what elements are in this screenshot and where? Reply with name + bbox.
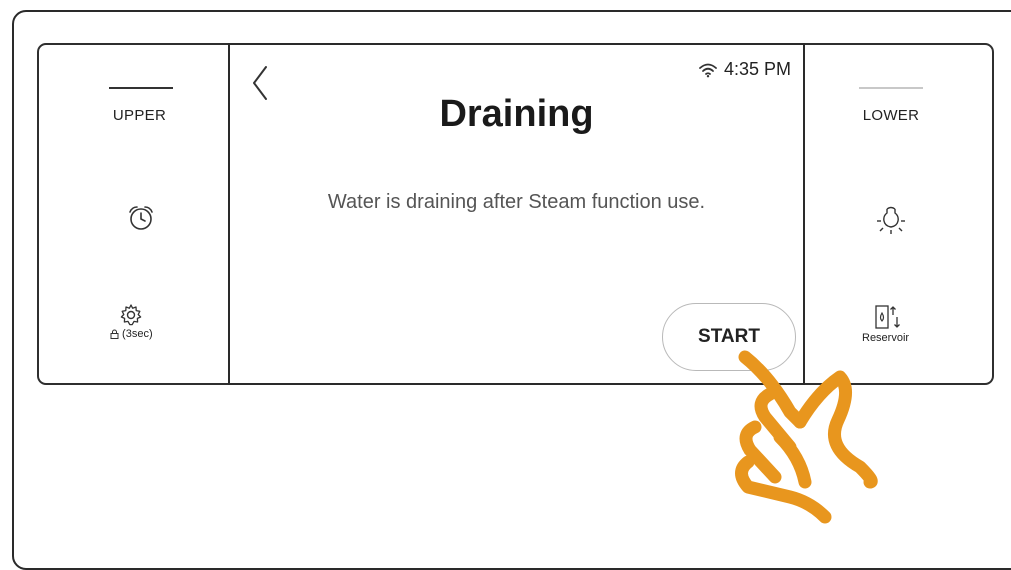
timer-button[interactable] xyxy=(125,203,157,233)
settings-lock-hint: (3sec) xyxy=(110,328,153,340)
lower-tab-indicator xyxy=(859,87,923,89)
gear-icon xyxy=(121,304,142,326)
pointing-hand-icon xyxy=(735,350,878,524)
wifi-icon xyxy=(699,63,717,77)
status-bar: 4:35 PM xyxy=(698,59,791,80)
left-panel: UPPER (3sec) xyxy=(39,45,228,383)
upper-tab-indicator xyxy=(109,87,173,89)
light-button[interactable] xyxy=(875,203,907,237)
page-title: Draining xyxy=(439,93,594,135)
upper-tab-label[interactable]: UPPER xyxy=(39,107,240,124)
status-message: Water is draining after Steam function u… xyxy=(327,191,706,213)
settings-sub-label: (3sec) xyxy=(119,328,153,340)
clock-time: 4:35 PM xyxy=(723,59,791,79)
settings-button[interactable]: (3sec) xyxy=(110,303,153,340)
alarm-clock-icon xyxy=(129,206,153,230)
lower-tab-label[interactable]: LOWER xyxy=(805,107,977,124)
light-bulb-icon xyxy=(877,206,905,234)
lock-icon xyxy=(110,329,119,339)
